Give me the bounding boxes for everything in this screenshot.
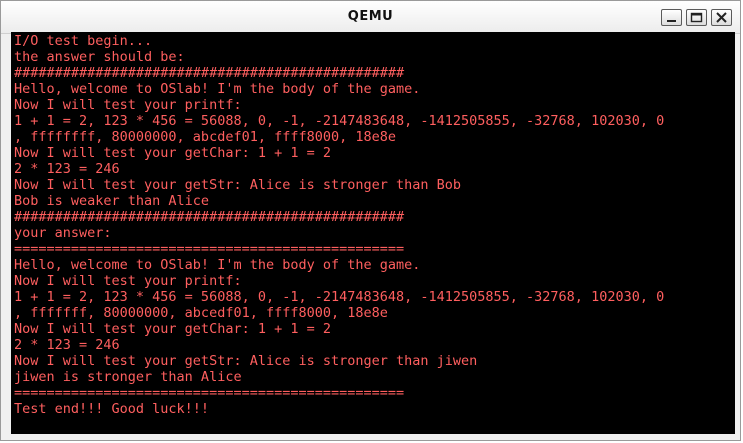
console-line: jiwen is stronger than Alice: [14, 369, 242, 385]
console-line: ========================================…: [14, 385, 405, 401]
console-line: Test end!!! Good luck!!!: [14, 401, 210, 417]
console-line: I/O test begin...: [14, 33, 153, 49]
console-line: ########################################…: [14, 65, 405, 81]
qemu-window: QEMU I/O test begin...the answer should: [0, 0, 741, 441]
console-line: , ffffffff, 80000000, abcdef01, ffff8000…: [14, 129, 397, 145]
window-controls: [661, 9, 732, 26]
window-title: QEMU: [347, 9, 394, 24]
console-line: Bob is weaker than Alice: [14, 193, 210, 209]
title-bar[interactable]: QEMU: [1, 1, 740, 34]
console-line: your answer:: [14, 225, 112, 241]
minimize-button[interactable]: [661, 9, 682, 26]
console-line: , fffffff, 80000000, abcedf01, ffff8000,…: [14, 305, 388, 321]
close-icon: [716, 12, 727, 23]
console-line: Now I will test your getChar: 1 + 1 = 2: [14, 145, 331, 161]
console-line: Now I will test your getChar: 1 + 1 = 2: [14, 321, 331, 337]
console-output: I/O test begin... the answer should be: ##…: [11, 32, 735, 417]
maximize-button[interactable]: [686, 9, 707, 26]
close-button[interactable]: [711, 9, 732, 26]
minimize-icon: [667, 20, 676, 22]
console-line: Now I will test your printf:: [14, 97, 242, 113]
console-line: 2 * 123 = 246: [14, 161, 120, 177]
console-line: Now I will test your printf:: [14, 273, 242, 289]
console-line: ########################################…: [14, 209, 405, 225]
console-line: Hello, welcome to OSlab! I'm the body of…: [14, 257, 421, 273]
console-line: Hello, welcome to OSlab! I'm the body of…: [14, 81, 421, 97]
console-line: the answer should be:: [14, 49, 185, 65]
console-line: Now I will test your getStr: Alice is st…: [14, 177, 462, 193]
maximize-icon: [690, 12, 703, 23]
console-line: 1 + 1 = 2, 123 * 456 = 56088, 0, -1, -21…: [14, 113, 665, 129]
console-line: 1 + 1 = 2, 123 * 456 = 56088, 0, -1, -21…: [14, 289, 665, 305]
console-line: 2 * 123 = 246: [14, 337, 120, 353]
console-line: Now I will test your getStr: Alice is st…: [14, 353, 478, 369]
console-line: ========================================…: [14, 241, 405, 257]
console-screen[interactable]: I/O test begin... the answer should be: ##…: [11, 32, 735, 434]
